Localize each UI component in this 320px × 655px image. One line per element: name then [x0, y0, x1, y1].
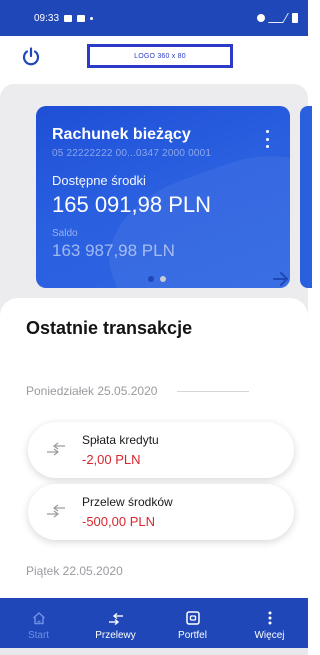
date-label: Piątek 22.05.2020	[26, 564, 123, 578]
nav-wallet[interactable]: Portfel	[154, 598, 231, 648]
status-bar: 09:33	[0, 0, 308, 36]
balance-amount: 163 987,98 PLN	[52, 241, 175, 260]
nav-start[interactable]: Start	[0, 598, 77, 648]
more-icon	[268, 611, 271, 625]
system-nav-strip	[0, 648, 308, 655]
nav-more[interactable]: Więcej	[231, 598, 308, 648]
logo-text: LOGO 360 x 80	[134, 52, 186, 60]
transfer-icon	[108, 613, 123, 625]
date-label: Poniedziałek 25.05.2020	[26, 384, 158, 398]
transaction-name: Przelew środków	[82, 495, 173, 509]
account-number: 05 22222222 00...0347 2000 0001	[52, 148, 212, 159]
messenger-icon	[77, 14, 86, 22]
battery-icon	[292, 13, 298, 23]
gallery-icon	[64, 14, 73, 22]
nav-label: Przelewy	[95, 630, 136, 641]
transaction-item[interactable]: Przelew środków -500,00 PLN	[28, 484, 294, 540]
transfer-arrows-icon	[47, 442, 65, 456]
status-time: 09:33	[34, 12, 60, 24]
transaction-name: Spłata kredytu	[82, 433, 159, 447]
nav-label: Portfel	[178, 630, 207, 641]
home-icon	[32, 611, 45, 625]
card-menu-icon[interactable]	[264, 130, 270, 148]
account-card[interactable]: Rachunek bieżący 05 22222222 00...0347 2…	[36, 106, 290, 288]
transaction-amount: -500,00 PLN	[82, 514, 155, 529]
available-funds-amount: 165 091,98 PLN	[52, 192, 212, 217]
arrow-right-icon[interactable]	[272, 270, 290, 288]
signal-icon	[268, 13, 289, 23]
account-title: Rachunek bieżący	[52, 126, 191, 143]
transactions-title: Ostatnie transakcje	[26, 318, 193, 338]
transfer-arrows-icon	[47, 504, 65, 518]
alarm-icon	[257, 14, 265, 22]
available-funds-label: Dostępne środki	[52, 173, 146, 188]
balance-label: Saldo	[52, 228, 78, 239]
date-header: Poniedziałek 25.05.2020	[26, 384, 250, 398]
divider	[177, 390, 250, 392]
nav-transfers[interactable]: Przelewy	[77, 598, 154, 648]
transaction-amount: -2,00 PLN	[82, 452, 141, 467]
transactions-sheet: Ostatnie transakcje Poniedziałek 25.05.2…	[0, 298, 308, 598]
nav-label: Więcej	[254, 630, 285, 641]
wallet-icon	[185, 611, 200, 625]
nav-label: Start	[27, 630, 50, 641]
pager-dot-active[interactable]	[148, 276, 154, 282]
app-header: LOGO 360 x 80	[0, 36, 308, 84]
bottom-nav: Start Przelewy Portfel Więcej	[0, 598, 308, 648]
transaction-item[interactable]: Spłata kredytu -2,00 PLN	[28, 422, 294, 478]
next-account-card[interactable]	[300, 106, 312, 288]
card-pager	[148, 276, 166, 282]
pager-dot[interactable]	[160, 276, 166, 282]
logo-placeholder: LOGO 360 x 80	[87, 44, 233, 68]
power-icon[interactable]	[21, 47, 41, 67]
notification-dot-icon	[90, 16, 94, 20]
date-header: Piątek 22.05.2020	[26, 564, 123, 578]
